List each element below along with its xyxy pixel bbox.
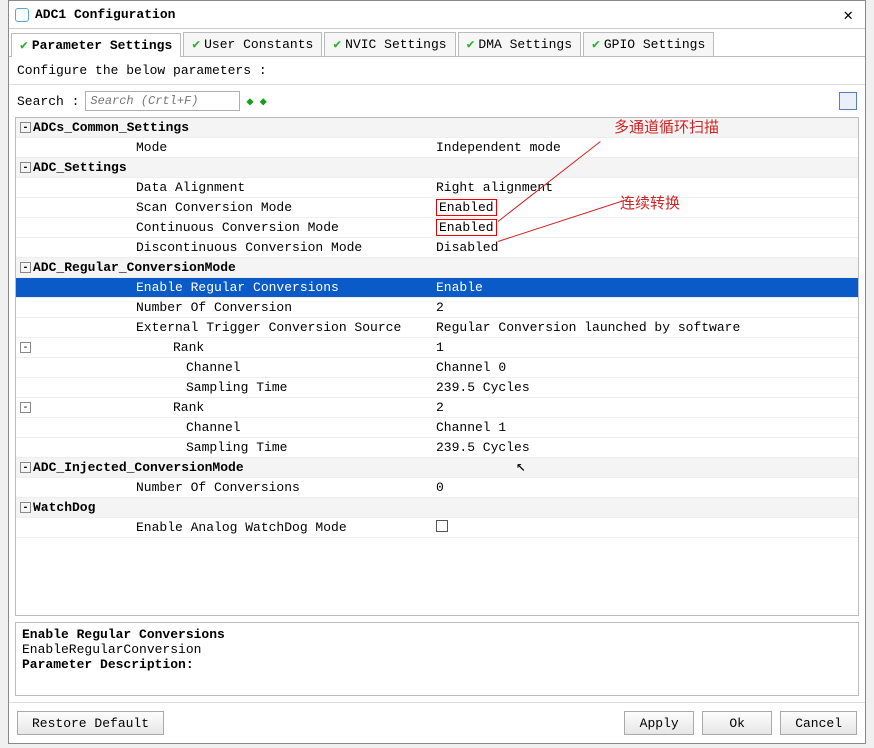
collapse-icon[interactable]: - bbox=[20, 402, 31, 413]
check-icon: ✔ bbox=[192, 37, 200, 52]
options-icon[interactable] bbox=[839, 92, 857, 110]
param-mode[interactable]: Mode Independent mode bbox=[16, 138, 858, 158]
window-title: ADC1 Configuration bbox=[35, 7, 837, 22]
next-icon[interactable]: ◆ bbox=[246, 94, 253, 109]
restore-default-button[interactable]: Restore Default bbox=[17, 711, 164, 735]
app-icon bbox=[15, 8, 29, 22]
tab-nvic-settings[interactable]: ✔NVIC Settings bbox=[324, 32, 455, 56]
param-rank2-channel[interactable]: Channel Channel 1 bbox=[16, 418, 858, 438]
tab-bar: ✔Parameter Settings ✔User Constants ✔NVI… bbox=[9, 29, 865, 57]
prev-icon[interactable]: ◆ bbox=[260, 94, 267, 109]
highlight-box: Enabled bbox=[436, 219, 497, 236]
desc-header: Parameter Description: bbox=[22, 657, 852, 672]
group-watchdog[interactable]: - WatchDog bbox=[16, 498, 858, 518]
check-icon: ✔ bbox=[467, 37, 475, 52]
search-label: Search : bbox=[17, 94, 79, 109]
close-icon[interactable]: ✕ bbox=[837, 5, 859, 25]
collapse-icon[interactable]: - bbox=[20, 462, 31, 473]
ok-button[interactable]: Ok bbox=[702, 711, 772, 735]
param-continuous-mode[interactable]: Continuous Conversion Mode Enabled bbox=[16, 218, 858, 238]
description-panel: Enable Regular Conversions EnableRegular… bbox=[15, 622, 859, 696]
desc-id: EnableRegularConversion bbox=[22, 642, 852, 657]
check-icon: ✔ bbox=[592, 37, 600, 52]
param-num-inj-conversions[interactable]: Number Of Conversions 0 bbox=[16, 478, 858, 498]
dialog-window: ADC1 Configuration ✕ ✔Parameter Settings… bbox=[8, 0, 866, 744]
apply-button[interactable]: Apply bbox=[624, 711, 694, 735]
param-enable-watchdog[interactable]: Enable Analog WatchDog Mode bbox=[16, 518, 858, 538]
highlight-box: Enabled bbox=[436, 199, 497, 216]
cancel-button[interactable]: Cancel bbox=[780, 711, 857, 735]
titlebar: ADC1 Configuration ✕ bbox=[9, 1, 865, 29]
param-num-conversion[interactable]: Number Of Conversion 2 bbox=[16, 298, 858, 318]
check-icon: ✔ bbox=[20, 38, 28, 53]
collapse-icon[interactable]: - bbox=[20, 162, 31, 173]
collapse-icon[interactable]: - bbox=[20, 502, 31, 513]
param-rank2-sampling[interactable]: Sampling Time 239.5 Cycles bbox=[16, 438, 858, 458]
tab-dma-settings[interactable]: ✔DMA Settings bbox=[458, 32, 581, 56]
tab-parameter-settings[interactable]: ✔Parameter Settings bbox=[11, 33, 181, 57]
group-injected-conversion[interactable]: - ADC_Injected_ConversionMode bbox=[16, 458, 858, 478]
collapse-icon[interactable]: - bbox=[20, 342, 31, 353]
param-data-alignment[interactable]: Data Alignment Right alignment bbox=[16, 178, 858, 198]
param-ext-trigger[interactable]: External Trigger Conversion Source Regul… bbox=[16, 318, 858, 338]
param-scan-mode[interactable]: Scan Conversion Mode Enabled bbox=[16, 198, 858, 218]
param-rank2[interactable]: -Rank 2 bbox=[16, 398, 858, 418]
footer: Restore Default Apply Ok Cancel bbox=[9, 702, 865, 743]
check-icon: ✔ bbox=[333, 37, 341, 52]
search-input[interactable] bbox=[85, 91, 240, 111]
param-rank1-sampling[interactable]: Sampling Time 239.5 Cycles bbox=[16, 378, 858, 398]
param-rank1[interactable]: -Rank 1 bbox=[16, 338, 858, 358]
parameter-tree[interactable]: - ADCs_Common_Settings Mode Independent … bbox=[15, 117, 859, 616]
group-adc-settings[interactable]: - ADC_Settings bbox=[16, 158, 858, 178]
tab-gpio-settings[interactable]: ✔GPIO Settings bbox=[583, 32, 714, 56]
subtitle: Configure the below parameters : bbox=[9, 57, 865, 85]
desc-title: Enable Regular Conversions bbox=[22, 627, 852, 642]
param-discontinuous-mode[interactable]: Discontinuous Conversion Mode Disabled bbox=[16, 238, 858, 258]
group-regular-conversion[interactable]: - ADC_Regular_ConversionMode bbox=[16, 258, 858, 278]
group-adcs-common[interactable]: - ADCs_Common_Settings bbox=[16, 118, 858, 138]
tab-user-constants[interactable]: ✔User Constants bbox=[183, 32, 322, 56]
search-row: Search : ◆ ◆ bbox=[9, 85, 865, 117]
param-enable-regular[interactable]: Enable Regular Conversions Enable bbox=[16, 278, 858, 298]
collapse-icon[interactable]: - bbox=[20, 122, 31, 133]
checkbox-icon[interactable] bbox=[436, 520, 448, 532]
param-rank1-channel[interactable]: Channel Channel 0 bbox=[16, 358, 858, 378]
collapse-icon[interactable]: - bbox=[20, 262, 31, 273]
